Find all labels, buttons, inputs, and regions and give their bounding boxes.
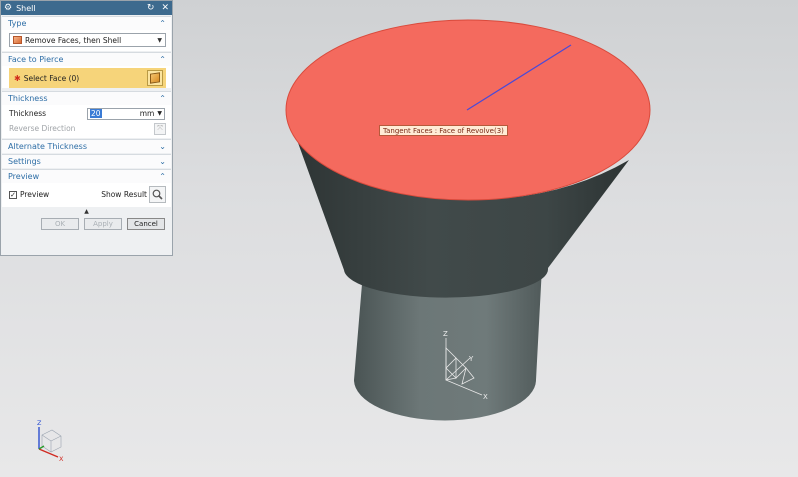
type-group-title: Type <box>8 19 27 28</box>
thickness-group-title: Thickness <box>8 94 48 103</box>
shell-type-icon <box>13 36 22 44</box>
show-result-label: Show Result <box>101 190 147 199</box>
shell-type-select[interactable]: Remove Faces, then Shell ▼ <box>9 33 166 47</box>
show-result-button[interactable] <box>149 186 166 203</box>
alternate-thickness-title: Alternate Thickness <box>8 142 88 151</box>
chevron-down-icon: ⌄ <box>159 142 166 151</box>
shell-type-value: Remove Faces, then Shell <box>25 35 122 45</box>
dialog-titlebar[interactable]: ⚙ Shell ↻ ✕ <box>1 1 172 15</box>
preview-title: Preview <box>8 172 40 181</box>
alternate-thickness-group: Alternate Thickness ⌄ <box>2 139 171 153</box>
dialog-button-bar: OK Apply Cancel <box>1 216 172 232</box>
face-to-pierce-group: Face to Pierce ⌃ ✱ Select Face (0) <box>2 52 171 88</box>
alternate-thickness-header[interactable]: Alternate Thickness ⌄ <box>2 139 171 153</box>
face-to-pierce-title: Face to Pierce <box>8 55 64 64</box>
thickness-input[interactable]: 20 mm ▼ <box>87 107 165 120</box>
reverse-arrows-icon: ⤧ <box>157 124 163 132</box>
dialog-title: Shell <box>16 3 36 13</box>
gear-icon: ⚙ <box>4 2 13 13</box>
thickness-label: Thickness <box>9 109 47 118</box>
thickness-unit: mm <box>139 109 155 118</box>
thickness-value: 20 <box>90 109 102 118</box>
type-group: Type ⌃ Remove Faces, then Shell ▼ <box>2 16 171 51</box>
settings-header[interactable]: Settings ⌄ <box>2 154 171 168</box>
dropdown-arrow-icon[interactable]: ▼ <box>157 110 162 117</box>
type-group-header[interactable]: Type ⌃ <box>2 16 171 30</box>
ok-button[interactable]: OK <box>41 218 79 230</box>
preview-group: Preview ⌃ ✓ Preview Show Result <box>2 169 171 207</box>
reset-icon[interactable]: ↻ <box>147 3 155 13</box>
chevron-up-icon: ⌃ <box>159 55 166 64</box>
face-selection-button[interactable] <box>147 70 163 86</box>
chevron-up-icon: ⌃ <box>159 172 166 181</box>
shell-dialog: ⚙ Shell ↻ ✕ Type ⌃ Remove Faces, then Sh… <box>0 0 173 256</box>
chevron-down-icon: ⌄ <box>159 157 166 166</box>
chevron-up-icon: ⌃ <box>159 94 166 103</box>
dropdown-arrow-icon: ▼ <box>157 36 162 44</box>
wcs-z-label: Z <box>443 330 448 338</box>
wcs-y-label: Y <box>468 355 474 363</box>
view-triad-z-label: Z <box>37 419 42 427</box>
view-triad <box>38 427 62 458</box>
select-face-label: Select Face (0) <box>23 73 80 83</box>
select-face-row[interactable]: ✱ Select Face (0) <box>9 68 166 88</box>
settings-title: Settings <box>8 157 41 166</box>
reverse-direction-button[interactable]: ⤧ <box>154 122 166 135</box>
thickness-group-header[interactable]: Thickness ⌃ <box>2 91 171 105</box>
preview-checkbox[interactable]: ✓ <box>9 190 17 199</box>
collapse-dialog-toggle[interactable]: ▲ <box>1 207 172 216</box>
thickness-group: Thickness ⌃ Thickness 20 mm ▼ Reverse Di… <box>2 91 171 138</box>
close-icon[interactable]: ✕ <box>161 3 169 13</box>
apply-button[interactable]: Apply <box>84 218 122 230</box>
wcs-x-label: X <box>483 393 488 401</box>
reverse-direction-label: Reverse Direction <box>9 124 76 133</box>
cancel-button[interactable]: Cancel <box>127 218 165 230</box>
magnifier-icon <box>152 189 163 200</box>
face-tooltip: Tangent Faces : Face of Revolve(3) <box>379 125 508 136</box>
chevron-up-icon: ⌃ <box>159 19 166 28</box>
required-star-icon: ✱ <box>14 73 21 83</box>
settings-group: Settings ⌄ <box>2 154 171 168</box>
preview-label: Preview <box>20 190 50 199</box>
face-to-pierce-header[interactable]: Face to Pierce ⌃ <box>2 52 171 66</box>
preview-header[interactable]: Preview ⌃ <box>2 169 171 183</box>
view-triad-x-label: X <box>59 455 64 463</box>
cube-icon <box>150 72 160 84</box>
